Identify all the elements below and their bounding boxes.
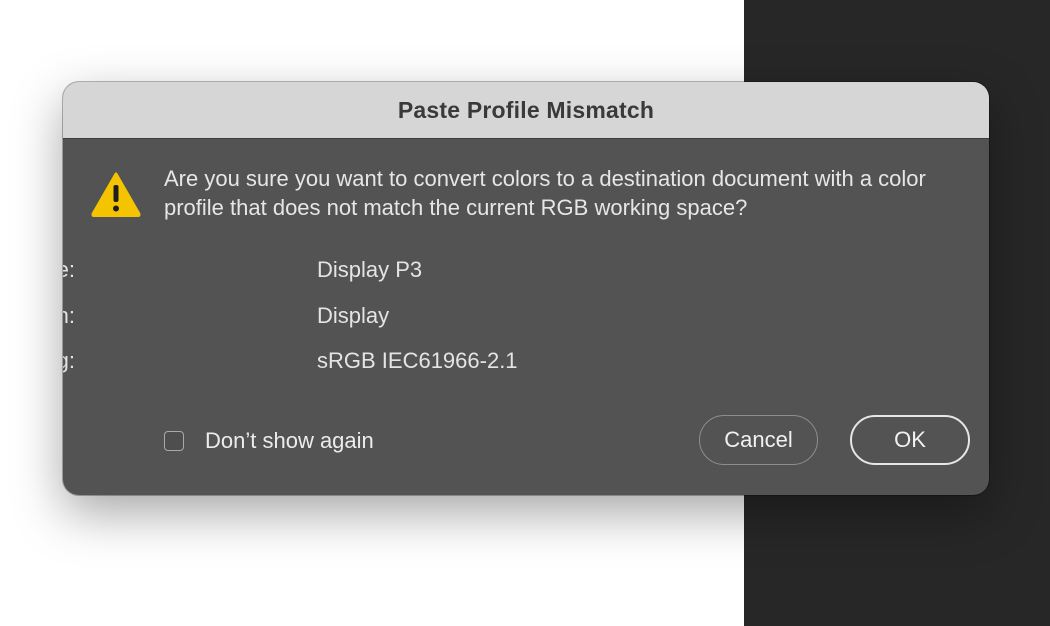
dont-show-again-label[interactable]: Don’t show again (205, 428, 374, 454)
dialog-title: Paste Profile Mismatch (397, 96, 655, 123)
app-background: Paste Profile Mismatch Are you sure you … (0, 0, 1050, 626)
dont-show-again-option[interactable]: Don’t show again (164, 428, 374, 454)
dialog-message: Are you sure you want to convert colors … (164, 166, 926, 220)
warning-icon (91, 172, 141, 217)
working-row: Working: sRGB IEC61966-2.1 (63, 346, 763, 376)
paste-profile-mismatch-dialog: Paste Profile Mismatch Are you sure you … (63, 82, 989, 495)
source-row: Source: Display P3 (63, 255, 763, 285)
ok-button[interactable]: OK (850, 415, 970, 465)
source-value: Display P3 (317, 257, 423, 282)
dialog-title-bar: Paste Profile Mismatch (63, 82, 989, 139)
dont-show-again-checkbox[interactable] (164, 431, 184, 451)
destination-value: Display (317, 303, 390, 328)
destination-row: Destination: Display (63, 301, 763, 331)
destination-label: Destination: (63, 303, 75, 328)
source-label: Source: (63, 257, 75, 282)
working-label: Working: (63, 348, 75, 373)
cancel-button[interactable]: Cancel (699, 415, 818, 465)
working-value: sRGB IEC61966-2.1 (317, 348, 518, 373)
